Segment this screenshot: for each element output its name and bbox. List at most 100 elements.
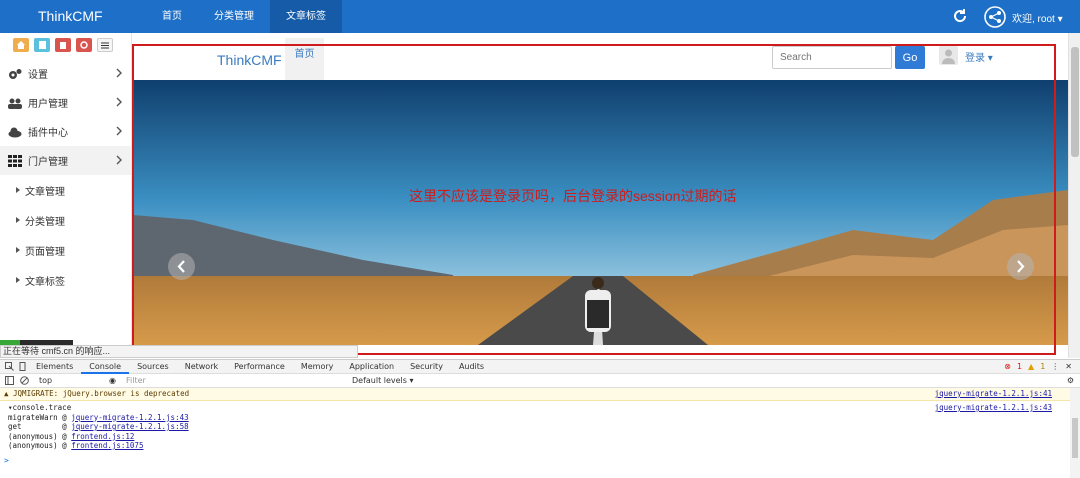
recycle-shortcut-icon[interactable] (76, 38, 92, 52)
tab-application[interactable]: Application (341, 360, 402, 374)
grid-icon (8, 154, 22, 167)
tab-performance[interactable]: Performance (226, 360, 293, 374)
context-select[interactable]: top (39, 376, 109, 385)
trash-shortcut-icon[interactable] (55, 38, 71, 52)
caret-right-icon (16, 277, 20, 283)
submenu-tags[interactable]: 文章标签 (0, 265, 131, 295)
warning-icon: ▲ (1028, 362, 1035, 371)
login-dropdown[interactable]: 登录 ▾ (965, 49, 993, 64)
nav-category[interactable]: 分类管理 (198, 0, 270, 33)
top-nav: 首页 分类管理 文章标签 (146, 0, 342, 33)
trace-fn: get @ (8, 422, 72, 431)
menu-portal[interactable]: 门户管理 (0, 146, 131, 175)
caret-right-icon (16, 187, 20, 193)
console-scrollbar[interactable] (1070, 388, 1080, 478)
warning-source-link[interactable]: jquery-migrate-1.2.1.js:41 (935, 388, 1052, 400)
eye-icon[interactable]: ◉ (109, 376, 116, 385)
tab-elements[interactable]: Elements (28, 360, 81, 374)
frontend-navbar: ThinkCMF 首页 Go 登录 ▾ (133, 38, 1068, 80)
trace-row: get @ jquery-migrate-1.2.1.js:58 (0, 422, 1080, 432)
nav-home[interactable]: 首页 (146, 0, 198, 33)
gears-icon (9, 68, 22, 79)
console-toolbar: top ◉ Filter Default levels ▾ ⚙ (0, 374, 1080, 388)
trace-row: (anonymous) @ frontend.js:1075 (0, 441, 1080, 451)
trace-row: (anonymous) @ frontend.js:12 (0, 432, 1080, 442)
console-settings-icon[interactable]: ⚙ (1067, 376, 1074, 385)
tab-audits[interactable]: Audits (451, 360, 492, 374)
clear-console-icon[interactable] (20, 376, 29, 385)
home-shortcut-icon[interactable] (13, 38, 29, 52)
warning-message: ▲ JQMIGRATE: jQuery.browser is deprecate… (4, 389, 190, 398)
console-prompt[interactable]: > (0, 456, 9, 465)
submenu-articles[interactable]: 文章管理 (0, 175, 131, 205)
refresh-icon[interactable] (952, 8, 968, 24)
submenu-label: 文章标签 (25, 276, 65, 288)
chevron-right-icon (1017, 260, 1025, 273)
menu-label: 用户管理 (28, 99, 68, 110)
browser-status-bar: 正在等待 cmf5.cn 的响应... (0, 345, 358, 358)
scrollbar-thumb[interactable] (1071, 47, 1079, 157)
menu-label: 设置 (28, 70, 48, 81)
trace-link[interactable]: frontend.js:1075 (71, 441, 143, 450)
menu-users[interactable]: 用户管理 (0, 88, 131, 117)
tab-sources[interactable]: Sources (129, 360, 177, 374)
trace-link[interactable]: jquery-migrate-1.2.1.js:43 (71, 413, 188, 422)
brand-logo[interactable]: ThinkCMF (38, 8, 103, 24)
console-trace-title[interactable]: ▾console.trace jquery-migrate-1.2.1.js:4… (0, 403, 1080, 413)
frontend-nav-home[interactable]: 首页 (285, 38, 324, 80)
document-shortcut-icon[interactable] (34, 38, 50, 52)
console-scrollbar-thumb[interactable] (1072, 418, 1078, 458)
inspect-icon[interactable] (5, 362, 14, 371)
trace-title: ▾console.trace (8, 403, 72, 412)
trace-source-link[interactable]: jquery-migrate-1.2.1.js:43 (935, 403, 1052, 413)
more-options-icon[interactable]: ⋮ (1051, 362, 1059, 371)
device-toggle-icon[interactable] (19, 362, 28, 371)
trace-fn: (anonymous) @ (8, 441, 72, 450)
menu-label: 插件中心 (28, 128, 68, 139)
trace-fn: migrateWarn @ (8, 412, 72, 422)
tab-network[interactable]: Network (177, 360, 226, 374)
devtools-panel: Elements Console Sources Network Perform… (0, 359, 1080, 478)
submenu-label: 分类管理 (25, 216, 65, 228)
caret-right-icon (16, 247, 20, 253)
carousel-next-button[interactable] (1007, 253, 1034, 280)
trace-link[interactable]: jquery-migrate-1.2.1.js:58 (71, 422, 188, 431)
users-icon (8, 98, 22, 109)
user-menu[interactable]: 欢迎, root ▾ (984, 6, 1063, 28)
tab-console[interactable]: Console (81, 360, 130, 374)
console-warning-row: ▲ JQMIGRATE: jQuery.browser is deprecate… (0, 388, 1080, 401)
close-devtools-icon[interactable]: ✕ (1065, 362, 1072, 371)
search-go-button[interactable]: Go (895, 46, 925, 69)
frontend-brand[interactable]: ThinkCMF (217, 52, 282, 68)
warning-count: 1 (1040, 362, 1046, 371)
submenu-categories[interactable]: 分类管理 (0, 205, 131, 235)
list-shortcut-icon[interactable] (97, 38, 113, 52)
search-input[interactable] (772, 46, 892, 69)
tab-memory[interactable]: Memory (293, 360, 342, 374)
trace-row: migrateWarn @ jquery-migrate-1.2.1.js:43 (0, 413, 1080, 423)
hero-carousel (133, 80, 1068, 345)
devtools-counters: ⊗ 1 ▲ 1 ⋮ ✕ (1004, 362, 1080, 371)
console-filter-input[interactable]: Filter (126, 376, 346, 385)
login-avatar-icon (939, 46, 958, 65)
submenu-label: 文章管理 (25, 186, 65, 198)
user-greeting: 欢迎, root ▾ (1012, 13, 1063, 25)
menu-settings[interactable]: 设置 (0, 59, 131, 88)
trace-fn: (anonymous) @ (8, 431, 72, 441)
chevron-left-icon (177, 260, 185, 273)
menu-plugins[interactable]: 插件中心 (0, 117, 131, 146)
log-levels-select[interactable]: Default levels ▾ (352, 376, 414, 385)
nav-article-tags[interactable]: 文章标签 (270, 0, 342, 33)
chevron-right-icon (116, 97, 122, 107)
chevron-right-icon (116, 126, 122, 136)
sidebar-toggle-icon[interactable] (5, 376, 14, 385)
page-scrollbar[interactable] (1068, 33, 1080, 358)
carousel-prev-button[interactable] (168, 253, 195, 280)
sidebar: 设置 用户管理 插件中心 门户管理 文章管理 分类管理 页面管理 文章标签 (0, 33, 132, 345)
annotation-text: 这里不应该是登录页吗，后台登录的session过期的话 (409, 188, 737, 204)
trace-link[interactable]: frontend.js:12 (71, 432, 134, 441)
tab-security[interactable]: Security (402, 360, 451, 374)
submenu-pages[interactable]: 页面管理 (0, 235, 131, 265)
submenu-label: 页面管理 (25, 246, 65, 258)
user-avatar-icon (984, 6, 1006, 28)
